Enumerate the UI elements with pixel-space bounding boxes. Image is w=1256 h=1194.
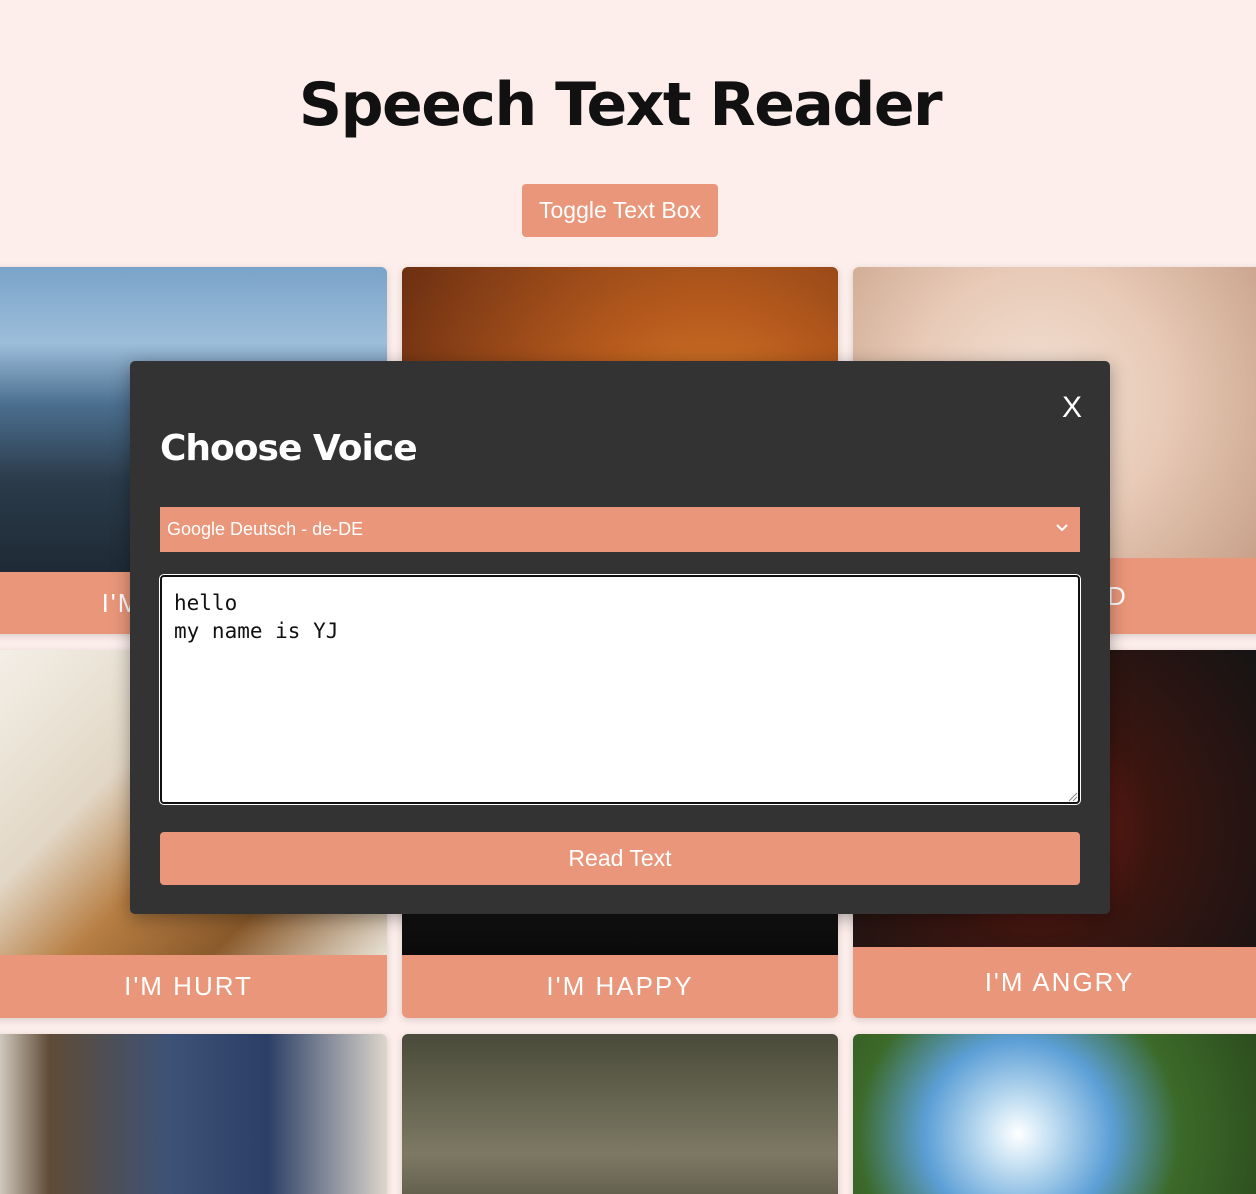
close-button[interactable]: X [1062, 391, 1082, 425]
text-input[interactable]: hello my name is YJ [159, 574, 1081, 805]
card-row3-left[interactable] [0, 1034, 387, 1194]
toggle-text-box-button[interactable]: Toggle Text Box [522, 184, 718, 237]
child-on-path-image [402, 1034, 838, 1194]
read-text-button[interactable]: Read Text [160, 832, 1080, 885]
modal-heading: Choose Voice [160, 428, 418, 469]
card-label: I'M ANGRY [853, 947, 1256, 1018]
card-row3-right[interactable] [853, 1034, 1256, 1194]
chevron-down-icon [1056, 524, 1068, 532]
selected-voice-value: Google Deutsch - de-DE [167, 519, 364, 539]
voice-select[interactable]: Google Deutsch - de-DE [160, 507, 1080, 552]
card-row3-middle[interactable] [402, 1034, 838, 1194]
sun-through-trees-image [853, 1034, 1256, 1194]
card-label: I'M HURT [0, 955, 387, 1018]
page-title: Speech Text Reader [298, 70, 943, 140]
choose-voice-modal: X Choose Voice Google Deutsch - de-DE he… [130, 361, 1110, 914]
card-label: I'M HAPPY [402, 955, 838, 1018]
crying-child-image [0, 1034, 387, 1194]
resize-grip-icon[interactable] [1066, 790, 1078, 802]
